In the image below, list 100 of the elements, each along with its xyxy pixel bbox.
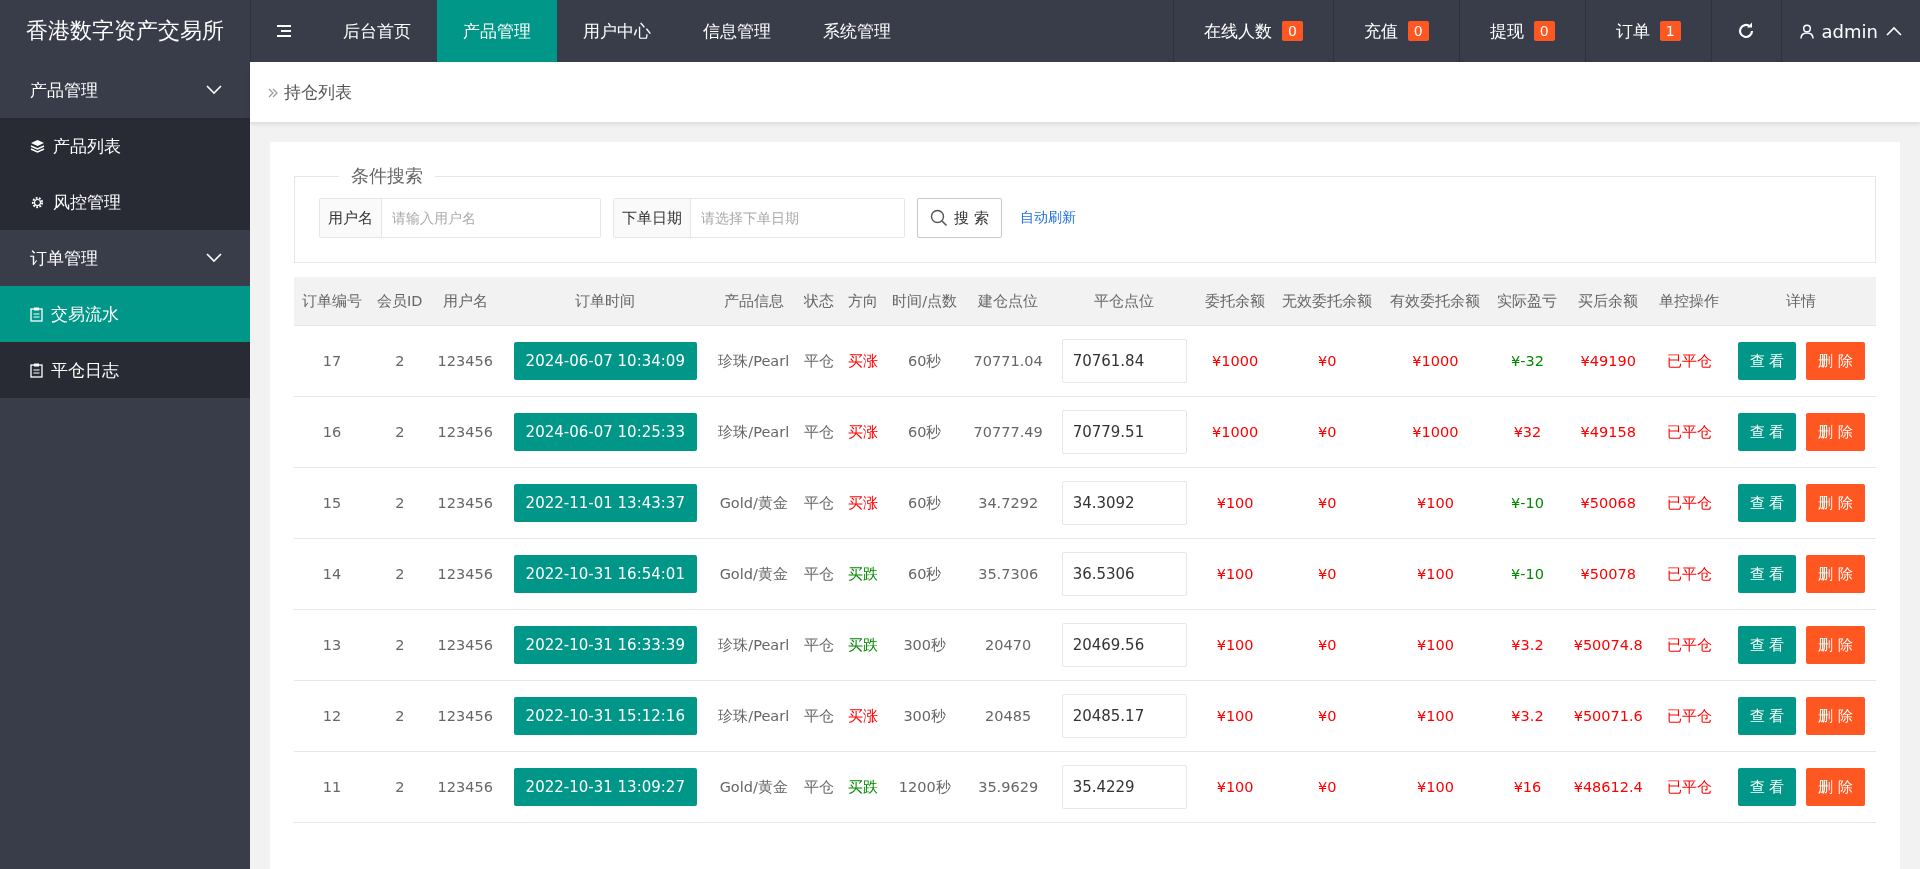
table-cell: 20485 xyxy=(965,680,1052,752)
order-time-button[interactable]: 2022-10-31 13:09:27 xyxy=(513,768,697,806)
column-header: 平仓点位 xyxy=(1051,277,1198,326)
nav-tab[interactable]: 系统管理 xyxy=(797,0,917,62)
order-time-button[interactable]: 2022-10-31 16:54:01 xyxy=(513,555,697,593)
sidebar-item[interactable]: 平仓日志 xyxy=(0,342,250,398)
close-price-input[interactable]: 20469.56 xyxy=(1061,623,1187,667)
table-cell: ¥0 xyxy=(1273,538,1382,610)
view-button[interactable]: 查 看 xyxy=(1737,626,1797,664)
layers-icon xyxy=(30,139,45,153)
search-field[interactable]: 下单日期 请选择下单日期 xyxy=(613,198,905,238)
close-price-input[interactable]: 70761.84 xyxy=(1061,339,1187,383)
search-field[interactable]: 用户名 请输入用户名 xyxy=(319,198,601,238)
table-cell: 60秒 xyxy=(884,467,966,539)
column-header: 委托余额 xyxy=(1197,277,1273,326)
table-cell: Gold/黄金 xyxy=(709,467,798,539)
table-cell: 2 xyxy=(369,538,430,610)
nav-tab[interactable]: 用户中心 xyxy=(557,0,677,62)
table-cell: 买跌 xyxy=(840,751,885,823)
auto-refresh-link[interactable]: 自动刷新 xyxy=(1019,209,1076,227)
table-cell: ¥100 xyxy=(1197,680,1273,752)
column-header: 订单编号 xyxy=(294,277,370,326)
table-cell: 珍珠/Pearl xyxy=(709,325,798,397)
table-cell: Gold/黄金 xyxy=(709,538,798,610)
table-cell: ¥0 xyxy=(1273,396,1382,468)
table-cell: ¥1000 xyxy=(1197,325,1273,397)
clipboard-icon xyxy=(30,306,43,322)
nav-tab[interactable]: 后台首页 xyxy=(317,0,437,62)
table-cell: 14 xyxy=(294,538,370,610)
chevron-icon xyxy=(206,85,222,95)
table-cell: 已平仓 xyxy=(1651,325,1727,397)
breadcrumb[interactable]: 持仓列表 xyxy=(284,80,352,104)
chevron-icon xyxy=(206,253,222,263)
view-button[interactable]: 查 看 xyxy=(1737,555,1797,593)
table-cell: ¥1000 xyxy=(1197,396,1273,468)
count-badge: 0 xyxy=(1281,21,1303,41)
table-cell: 买跌 xyxy=(840,538,885,610)
table-cell: ¥100 xyxy=(1197,751,1273,823)
nav-tab[interactable]: 信息管理 xyxy=(677,0,797,62)
view-button[interactable]: 查 看 xyxy=(1737,768,1797,806)
table-cell: 已平仓 xyxy=(1651,467,1727,539)
table-cell: 35.9629 xyxy=(965,751,1052,823)
stat-label[interactable]: 充值 xyxy=(1363,19,1398,43)
view-button[interactable]: 查 看 xyxy=(1737,697,1797,735)
table-cell: 123456 xyxy=(429,396,501,468)
table-cell: 2 xyxy=(369,325,430,397)
table-cell: 平仓 xyxy=(797,680,841,752)
table-cell: 平仓 xyxy=(797,396,841,468)
stat-label[interactable]: 提现 xyxy=(1489,19,1524,43)
table-cell: ¥0 xyxy=(1273,609,1382,681)
column-header: 用户名 xyxy=(429,277,501,326)
table-cell: ¥0 xyxy=(1273,325,1382,397)
table-cell: 300秒 xyxy=(884,680,966,752)
table-cell: 买涨 xyxy=(840,325,885,397)
table-cell: ¥50068 xyxy=(1565,467,1652,539)
section-legend: 条件搜索 xyxy=(339,164,435,188)
table-cell: 35.7306 xyxy=(965,538,1052,610)
column-header: 方向 xyxy=(840,277,885,326)
table-cell: 70771.04 xyxy=(965,325,1052,397)
close-price-input[interactable]: 35.4229 xyxy=(1061,765,1187,809)
order-time-button[interactable]: 2022-10-31 15:12:16 xyxy=(513,697,697,735)
close-price-input[interactable]: 20485.17 xyxy=(1061,694,1187,738)
clipboard-icon xyxy=(30,362,43,378)
column-header: 产品信息 xyxy=(709,277,798,326)
close-price-input[interactable]: 70779.51 xyxy=(1061,410,1187,454)
table-cell: 123456 xyxy=(429,680,501,752)
order-time-button[interactable]: 2024-06-07 10:25:33 xyxy=(513,413,697,451)
stat-label[interactable]: 在线人数 xyxy=(1203,19,1272,43)
nav-tab[interactable]: 产品管理 xyxy=(437,0,557,62)
table-cell: 1200秒 xyxy=(884,751,966,823)
table-cell: ¥-32 xyxy=(1489,325,1566,397)
sidebar-item[interactable]: 风控管理 xyxy=(0,174,250,230)
order-time-button[interactable]: 2022-10-31 16:33:39 xyxy=(513,626,697,664)
table-cell: ¥-10 xyxy=(1489,467,1566,539)
table-cell: 16 xyxy=(294,396,370,468)
close-price-input[interactable]: 36.5306 xyxy=(1061,552,1187,596)
table-cell: 买涨 xyxy=(840,396,885,468)
view-button[interactable]: 查 看 xyxy=(1737,413,1797,451)
table-cell: 60秒 xyxy=(884,396,966,468)
table-cell: 2 xyxy=(369,609,430,681)
search-button[interactable]: 搜 索 xyxy=(917,198,1002,238)
table-cell: ¥0 xyxy=(1273,680,1382,752)
table-cell: 70777.49 xyxy=(965,396,1052,468)
sidebar-item[interactable]: 交易流水 xyxy=(0,286,250,342)
stat-label[interactable]: 订单 xyxy=(1615,19,1650,43)
table-cell: ¥0 xyxy=(1273,751,1382,823)
sidebar-item[interactable]: 产品列表 xyxy=(0,118,250,174)
view-button[interactable]: 查 看 xyxy=(1737,342,1797,380)
column-header: 详情 xyxy=(1726,277,1876,326)
table-cell: ¥49158 xyxy=(1565,396,1652,468)
table-cell: ¥100 xyxy=(1381,538,1490,610)
order-time-button[interactable]: 2022-11-01 13:43:37 xyxy=(513,484,697,522)
column-header: 有效委托余额 xyxy=(1381,277,1490,326)
count-badge: 0 xyxy=(1533,21,1555,41)
order-time-button[interactable]: 2024-06-07 10:34:09 xyxy=(513,342,697,380)
table-cell: ¥1000 xyxy=(1381,396,1490,468)
gear-icon xyxy=(30,194,45,210)
view-button[interactable]: 查 看 xyxy=(1737,484,1797,522)
column-header: 买后余额 xyxy=(1565,277,1652,326)
close-price-input[interactable]: 34.3092 xyxy=(1061,481,1187,525)
